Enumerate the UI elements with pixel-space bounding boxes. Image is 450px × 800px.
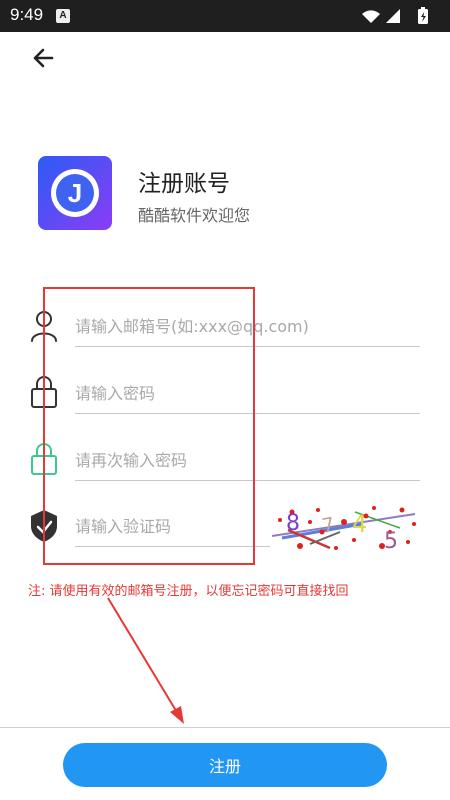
captcha-char-3: 4 <box>352 510 367 538</box>
back-button[interactable] <box>26 40 62 76</box>
annotation-box <box>43 287 255 565</box>
captcha-image[interactable]: 8 7 4 5 <box>270 502 420 554</box>
status-icons <box>360 7 440 29</box>
register-button[interactable]: 注册 <box>63 743 387 787</box>
bottom-divider <box>0 727 450 728</box>
captcha-char-4: 5 <box>384 529 398 554</box>
captcha-char-2: 7 <box>320 512 337 538</box>
status-time: 9:49 <box>10 5 44 24</box>
arrow-left-icon <box>33 48 54 68</box>
notification-icon: A <box>56 9 70 23</box>
status-bar: 9:49 A <box>0 0 450 32</box>
registration-note: 注: 请使用有效的邮箱号注册，以便忘记密码可直接找回 <box>28 584 349 599</box>
app-logo: J <box>38 156 112 230</box>
logo-letter: J <box>68 178 82 208</box>
captcha-char-1: 8 <box>286 511 300 536</box>
page-title: 注册账号 <box>138 171 230 197</box>
page-subtitle: 酷酷软件欢迎您 <box>138 206 251 225</box>
wifi-signal-battery-icon <box>362 7 428 24</box>
